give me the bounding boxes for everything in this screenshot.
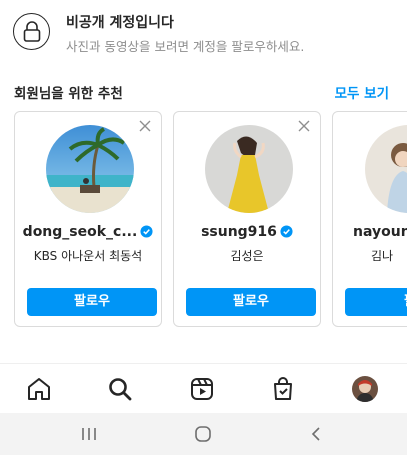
full-name: KBS 아나운서 최동석 (33, 249, 143, 263)
search-icon[interactable] (107, 376, 133, 402)
avatar[interactable] (365, 125, 407, 213)
username[interactable]: dong_seok_c... (15, 224, 161, 240)
see-all-link[interactable]: 모두 보기 (335, 82, 389, 102)
follow-button[interactable]: 팔 (345, 288, 407, 316)
profile-avatar[interactable] (352, 376, 378, 402)
full-name: 김나 (371, 249, 394, 263)
back-icon[interactable] (307, 425, 327, 443)
private-title: 비공개 계정입니다 (66, 15, 174, 31)
full-name: 김성은 (230, 249, 264, 263)
close-icon[interactable] (296, 118, 312, 134)
verified-badge-icon (280, 225, 293, 238)
private-account-notice: 비공개 계정입니다 사진과 동영상을 보려면 계정을 팔로우하세요. (0, 0, 407, 66)
home-icon[interactable] (26, 376, 52, 402)
verified-badge-icon (140, 225, 153, 238)
suggestion-card[interactable]: ssung916 김성은 팔로우 (173, 111, 321, 327)
follow-button[interactable]: 팔로우 (186, 288, 316, 316)
suggestion-card[interactable]: dong_seok_c... KBS 아나운서 최동석 팔로우 (14, 111, 162, 327)
bottom-tab-bar (0, 363, 407, 413)
lock-icon (13, 13, 50, 50)
username[interactable]: nayoung (333, 224, 407, 240)
suggestion-card[interactable]: nayoung 김나 팔 (332, 111, 407, 327)
avatar[interactable] (205, 125, 293, 213)
follow-button[interactable]: 팔로우 (27, 288, 157, 316)
recent-apps-icon[interactable] (79, 425, 99, 443)
avatar[interactable] (46, 125, 134, 213)
private-subtitle: 사진과 동영상을 보려면 계정을 팔로우하세요. (66, 39, 305, 54)
close-icon[interactable] (137, 118, 153, 134)
home-circle-icon[interactable] (193, 425, 213, 443)
username[interactable]: ssung916 (174, 224, 320, 240)
suggestions-title: 회원님을 위한 추천 (14, 86, 123, 102)
shop-icon[interactable] (270, 376, 296, 402)
reels-icon[interactable] (189, 376, 215, 402)
system-navigation-bar (0, 413, 407, 455)
suggestion-carousel[interactable]: dong_seok_c... KBS 아나운서 최동석 팔로우 ssung916… (0, 111, 407, 331)
